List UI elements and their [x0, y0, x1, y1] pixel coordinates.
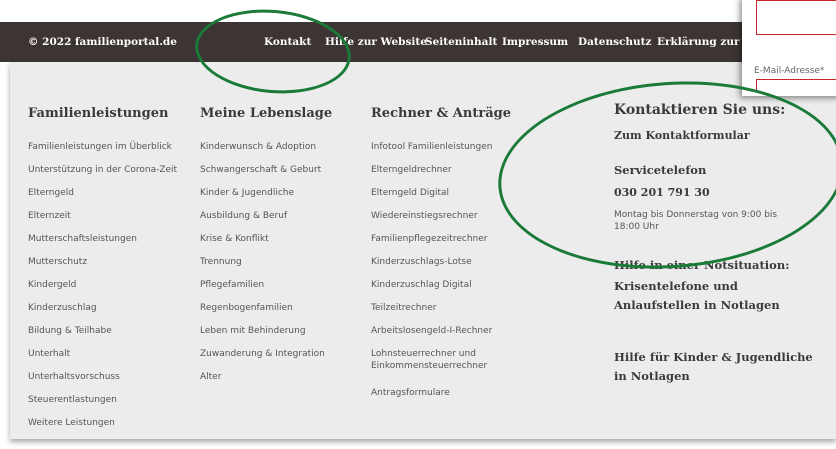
link-weitere-leistungen[interactable]: Weitere Leistungen [28, 417, 115, 429]
heading-lebenslage: Meine Lebenslage [200, 106, 333, 121]
link-regenbogenfamilien[interactable]: Regenbogenfamilien [200, 302, 293, 314]
link-antragsformulare[interactable]: Antragsformulare [371, 387, 450, 399]
link-mutterschaftsleistungen[interactable]: Mutterschaftsleistungen [28, 233, 137, 245]
link-bildung-teilhabe[interactable]: Bildung & Teilhabe [28, 325, 112, 337]
link-familienpflegezeitrechner[interactable]: Familienpflegezeitrechner [371, 233, 487, 245]
link-elternzeit[interactable]: Elternzeit [28, 210, 71, 222]
crisis-hotlines-link[interactable]: Krisentelefone und Anlaufstellen in Notl… [614, 277, 824, 315]
link-kinder-jugendliche[interactable]: Kinder & Jugendliche [200, 187, 294, 199]
link-steuerentlastungen[interactable]: Steuerentlastungen [28, 394, 117, 406]
link-mutterschutz[interactable]: Mutterschutz [28, 256, 87, 268]
nav-link-seiteninhalt[interactable]: Seiteninhalt [425, 36, 497, 48]
nav-link-datenschutz[interactable]: Datenschutz [578, 36, 651, 48]
email-field-label: E-Mail-Adresse* [754, 66, 825, 76]
link-familienleistungen-ueberblick[interactable]: Familienleistungen im Überblick [28, 141, 172, 153]
link-zuwanderung[interactable]: Zuwanderung & Integration [200, 348, 325, 360]
link-infotool[interactable]: Infotool Familienleistungen [371, 141, 492, 153]
link-kinderzuschlag[interactable]: Kinderzuschlag [28, 302, 97, 314]
link-lohnsteuerrechner[interactable]: Lohnsteuerrechner und Einkommensteuerrec… [371, 348, 521, 372]
link-pflegefamilien[interactable]: Pflegefamilien [200, 279, 264, 291]
link-behinderung[interactable]: Leben mit Behinderung [200, 325, 306, 337]
link-elterngeld-digital[interactable]: Elterngeld Digital [371, 187, 449, 199]
email-field[interactable] [756, 79, 836, 90]
link-unterhaltsvorschuss[interactable]: Unterhaltsvorschuss [28, 371, 120, 383]
link-kinderzuschlag-digital[interactable]: Kinderzuschlag Digital [371, 279, 472, 291]
link-arbeitslosengeld-rechner[interactable]: Arbeitslosengeld-I-Rechner [371, 325, 492, 337]
link-kinderwunsch[interactable]: Kinderwunsch & Adoption [200, 141, 316, 153]
contact-form-popup: E-Mail-Adresse* [742, 0, 836, 96]
link-wiedereinstiegsrechner[interactable]: Wiedereinstiegsrechner [371, 210, 478, 222]
link-elterngeld[interactable]: Elterngeld [28, 187, 74, 199]
children-help-link[interactable]: Hilfe für Kinder & Jugendliche in Notlag… [614, 348, 824, 386]
link-unterhalt[interactable]: Unterhalt [28, 348, 70, 360]
heading-rechner: Rechner & Anträge [371, 106, 511, 121]
link-kinderzuschlags-lotse[interactable]: Kinderzuschlags-Lotse [371, 256, 472, 268]
link-alter[interactable]: Alter [200, 371, 221, 383]
link-krise-konflikt[interactable]: Krise & Konflikt [200, 233, 269, 245]
link-ausbildung-beruf[interactable]: Ausbildung & Beruf [200, 210, 287, 222]
link-trennung[interactable]: Trennung [200, 256, 242, 268]
link-teilzeitrechner[interactable]: Teilzeitrechner [371, 302, 436, 314]
link-corona-unterstuetzung[interactable]: Unterstützung in der Corona-Zeit [28, 164, 177, 176]
copyright-text: © 2022 familienportal.de [28, 36, 177, 48]
popup-input-field[interactable] [756, 0, 836, 35]
link-schwangerschaft[interactable]: Schwangerschaft & Geburt [200, 164, 321, 176]
top-strip [0, 0, 836, 22]
link-kindergeld[interactable]: Kindergeld [28, 279, 76, 291]
nav-link-impressum[interactable]: Impressum [502, 36, 568, 48]
heading-familienleistungen: Familienleistungen [28, 106, 169, 121]
link-elterngeldrechner[interactable]: Elterngeldrechner [371, 164, 452, 176]
